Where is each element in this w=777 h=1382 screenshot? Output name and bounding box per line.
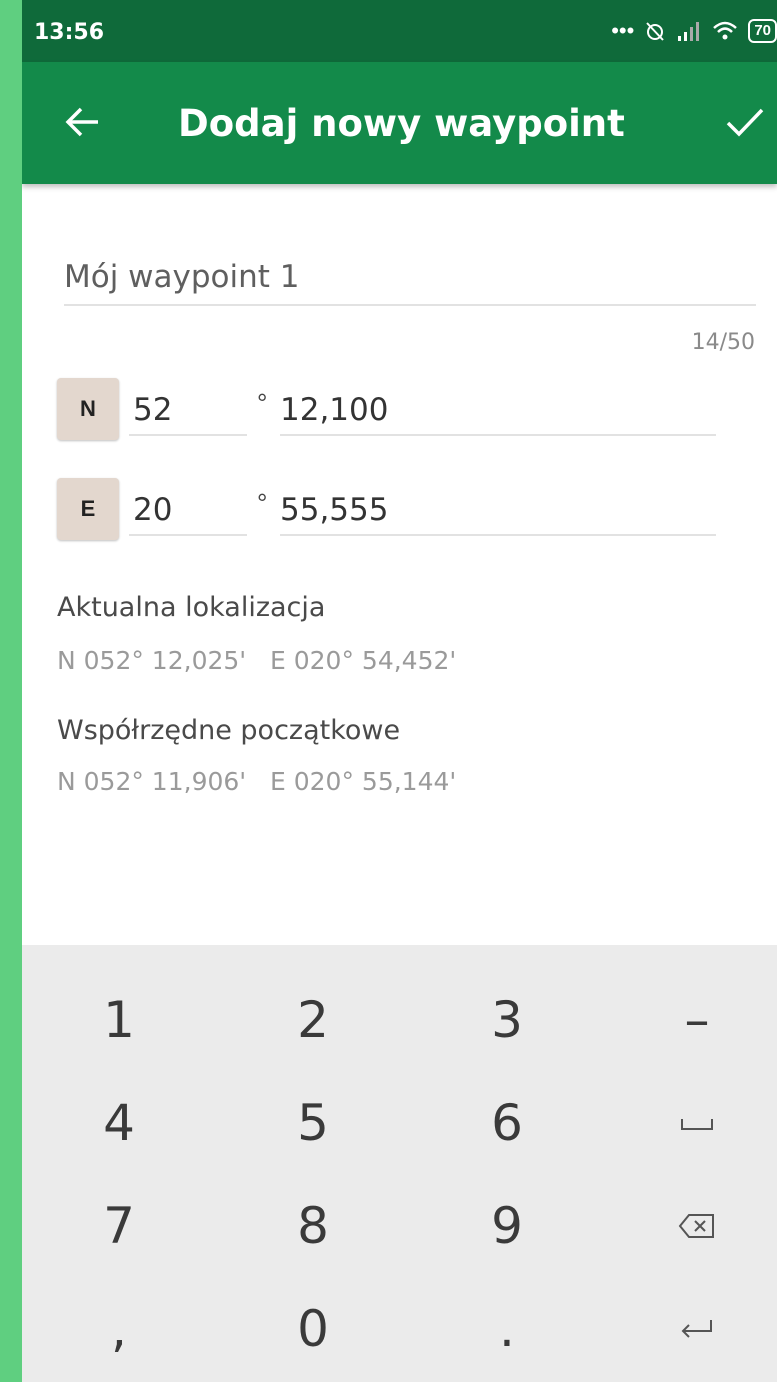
app-bar: Dodaj nowy waypoint: [22, 62, 777, 184]
key-enter[interactable]: [602, 1279, 777, 1379]
back-arrow-icon[interactable]: [60, 92, 110, 152]
key-space[interactable]: [602, 1073, 777, 1173]
key-6[interactable]: 6: [412, 1073, 602, 1173]
degree-symbol: °: [257, 488, 268, 518]
initial-coordinates-label: Współrzędne początkowe: [57, 715, 401, 746]
numeric-keyboard: 1 2 3 – 4 5 6 7 8 9 , 0 .: [22, 945, 777, 1382]
latitude-degrees-input[interactable]: 52: [129, 384, 247, 436]
initial-coordinates-value[interactable]: N 052° 11,906' E 020° 55,144': [57, 767, 456, 796]
key-comma[interactable]: ,: [24, 1279, 214, 1379]
app-screen: 13:56 ••• 70 Dodaj nowy waypoint 14/50 N…: [22, 0, 777, 1382]
confirm-check-icon[interactable]: [722, 92, 772, 152]
latitude-hemisphere-button[interactable]: N: [57, 378, 119, 440]
status-icons: ••• 70: [611, 16, 777, 46]
signal-icon: [678, 22, 700, 41]
key-period[interactable]: .: [412, 1279, 602, 1379]
space-icon: [681, 1119, 713, 1130]
key-1[interactable]: 1: [24, 970, 214, 1070]
longitude-hemisphere-button[interactable]: E: [57, 478, 119, 540]
degree-symbol: °: [257, 388, 268, 418]
key-backspace[interactable]: [602, 1176, 777, 1276]
current-location-label: Aktualna lokalizacja: [57, 592, 326, 623]
wifi-icon: [713, 21, 738, 40]
more-notifications-icon: •••: [611, 18, 635, 43]
key-3[interactable]: 3: [412, 970, 602, 1070]
page-title: Dodaj nowy waypoint: [178, 102, 625, 145]
alarm-off-icon: [646, 22, 665, 41]
waypoint-name-input[interactable]: [64, 250, 756, 306]
longitude-minutes-input[interactable]: 55,555: [280, 484, 716, 536]
key-8[interactable]: 8: [218, 1176, 408, 1276]
key-minus[interactable]: –: [602, 970, 777, 1070]
key-7[interactable]: 7: [24, 1176, 214, 1276]
status-time: 13:56: [34, 20, 105, 45]
key-5[interactable]: 5: [218, 1073, 408, 1173]
latitude-minutes-input[interactable]: 12,100: [280, 384, 716, 436]
backspace-icon: [678, 1214, 714, 1238]
key-2[interactable]: 2: [218, 970, 408, 1070]
char-counter: 14/50: [691, 330, 755, 355]
enter-icon: [681, 1320, 712, 1338]
battery-icon: 70: [748, 19, 777, 43]
longitude-degrees-input[interactable]: 20: [129, 484, 247, 536]
key-0[interactable]: 0: [218, 1279, 408, 1379]
current-location-value[interactable]: N 052° 12,025' E 020° 54,452': [57, 646, 456, 675]
key-4[interactable]: 4: [24, 1073, 214, 1173]
key-9[interactable]: 9: [412, 1176, 602, 1276]
status-bar: 13:56 ••• 70: [22, 0, 777, 62]
